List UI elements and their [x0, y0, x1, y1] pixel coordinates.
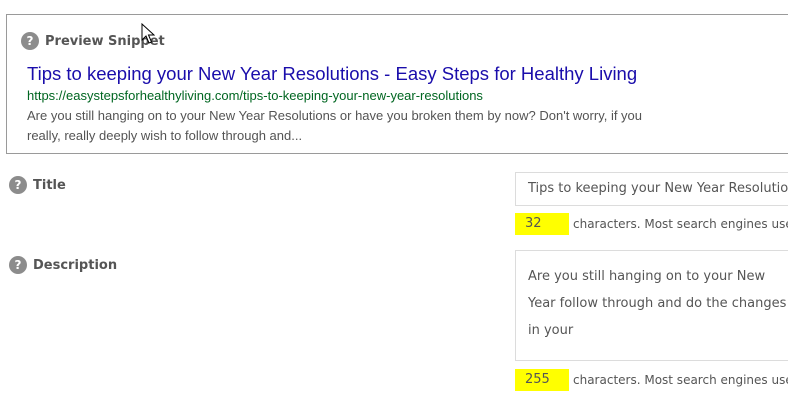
- snippet-title: Tips to keeping your New Year Resolution…: [27, 63, 638, 84]
- snippet-url: https://easystepsforhealthyliving.com/ti…: [27, 88, 483, 103]
- preview-snippet-panel: ? Preview Snippet Tips to keeping your N…: [6, 14, 788, 154]
- description-char-count: 255: [515, 369, 569, 391]
- description-count-text: characters. Most search engines use a: [573, 373, 788, 387]
- description-label: Description: [33, 257, 118, 273]
- help-icon[interactable]: ?: [9, 256, 27, 274]
- title-counter: 32 characters. Most search engines use a: [515, 213, 788, 235]
- help-icon[interactable]: ?: [21, 32, 39, 50]
- title-input[interactable]: Tips to keeping your New Year Resolution…: [515, 172, 788, 206]
- description-textarea[interactable]: Are you still hanging on to your New Yea…: [515, 250, 788, 361]
- snippet-description: Are you still hanging on to your New Yea…: [27, 108, 643, 143]
- title-char-count: 32: [515, 213, 569, 235]
- mouse-cursor-icon: [141, 23, 155, 44]
- title-count-text: characters. Most search engines use a: [573, 217, 788, 231]
- description-field-label: ? Description: [9, 256, 117, 274]
- title-label: Title: [33, 177, 66, 193]
- description-counter: 255 characters. Most search engines use …: [515, 369, 788, 391]
- title-field-label: ? Title: [9, 176, 66, 194]
- help-icon[interactable]: ?: [9, 176, 27, 194]
